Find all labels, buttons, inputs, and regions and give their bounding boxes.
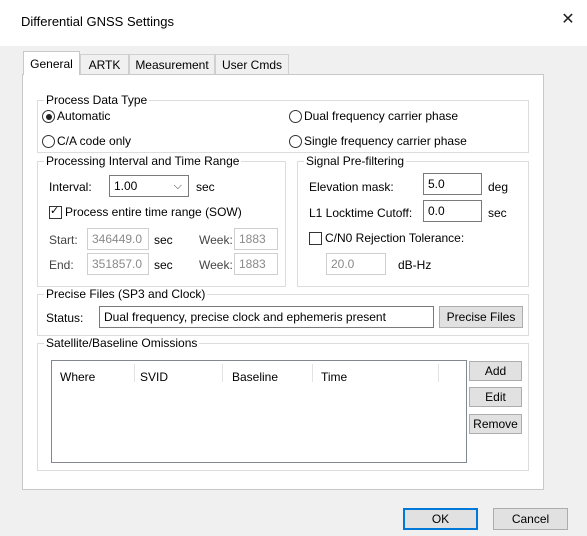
add-button[interactable]: Add (469, 361, 522, 381)
column-header-time[interactable]: Time (321, 370, 347, 384)
radio-ca-code-only[interactable] (42, 135, 55, 148)
remove-button[interactable]: Remove (469, 414, 522, 434)
precise-status-label: Status: (46, 311, 84, 325)
tab-user-cmds[interactable]: User Cmds (215, 54, 289, 75)
cancel-button[interactable]: Cancel (493, 508, 568, 530)
process-data-type-label: Process Data Type (44, 93, 150, 107)
column-divider (438, 364, 439, 382)
column-header-where[interactable]: Where (60, 370, 95, 384)
column-header-svid[interactable]: SVID (140, 370, 168, 384)
window-title: Differential GNSS Settings (21, 14, 174, 29)
locktime-cutoff-unit: sec (488, 206, 507, 220)
cn0-tolerance-unit: dB-Hz (398, 258, 432, 272)
radio-ca-code-only-label: C/A code only (57, 134, 132, 148)
dialog-window: Differential GNSS Settings ✕ General ART… (0, 0, 587, 536)
ok-button[interactable]: OK (403, 508, 478, 530)
tab-artk[interactable]: ARTK (80, 54, 129, 75)
radio-dual-frequency[interactable] (289, 110, 302, 123)
cn0-tolerance-field[interactable]: 20.0 (326, 253, 386, 275)
omissions-list[interactable]: Where SVID Baseline Time (51, 360, 467, 463)
radio-automatic-label: Automatic (57, 109, 111, 123)
precise-files-button[interactable]: Precise Files (439, 306, 523, 328)
edit-button[interactable]: Edit (469, 387, 522, 407)
checkbox-entire-range-label: Process entire time range (SOW) (65, 205, 242, 219)
radio-single-frequency-label: Single frequency carrier phase (304, 134, 467, 148)
tab-panel-general: Process Data Type Automatic C/A code onl… (22, 74, 544, 490)
interval-value: 1.00 (114, 179, 138, 193)
column-divider (134, 364, 135, 382)
start-field[interactable]: 346449.0 (87, 228, 149, 250)
end-week-label: Week: (199, 258, 233, 272)
start-week-label: Week: (199, 233, 233, 247)
locktime-cutoff-field[interactable]: 0.0 (423, 200, 482, 222)
precise-files-label: Precise Files (SP3 and Clock) (44, 287, 208, 301)
tab-measurement[interactable]: Measurement (129, 54, 215, 75)
elevation-mask-field[interactable]: 5.0 (423, 173, 482, 195)
column-header-baseline[interactable]: Baseline (232, 370, 278, 384)
locktime-cutoff-label: L1 Locktime Cutoff: (309, 206, 413, 220)
processing-interval-label: Processing Interval and Time Range (44, 154, 242, 168)
radio-automatic[interactable] (42, 110, 55, 123)
checkbox-entire-range[interactable] (49, 204, 62, 219)
close-icon[interactable]: ✕ (556, 8, 580, 32)
interval-label: Interval: (49, 180, 92, 194)
chevron-down-icon: ⌵ (173, 180, 182, 192)
column-divider (312, 364, 313, 382)
column-divider (222, 364, 223, 382)
elevation-mask-label: Elevation mask: (309, 180, 394, 194)
radio-single-frequency[interactable] (289, 135, 302, 148)
elevation-mask-unit: deg (488, 180, 509, 194)
checkbox-cn0-rejection-label: C/N0 Rejection Tolerance: (325, 231, 465, 245)
checkbox-cn0-rejection[interactable] (309, 232, 322, 245)
start-unit: sec (154, 233, 173, 247)
omissions-label: Satellite/Baseline Omissions (44, 336, 200, 350)
end-field[interactable]: 351857.0 (87, 253, 149, 275)
end-unit: sec (154, 258, 173, 272)
start-label: Start: (49, 233, 78, 247)
end-week-field[interactable]: 1883 (234, 253, 278, 275)
radio-dual-frequency-label: Dual frequency carrier phase (304, 109, 459, 123)
interval-select[interactable]: 1.00 ⌵ (109, 175, 189, 197)
precise-status-field: Dual frequency, precise clock and epheme… (99, 306, 434, 328)
tab-general[interactable]: General (23, 51, 80, 75)
start-week-field[interactable]: 1883 (234, 228, 278, 250)
signal-prefiltering-label: Signal Pre-filtering (304, 154, 407, 168)
end-label: End: (49, 258, 74, 272)
interval-unit: sec (196, 180, 215, 194)
